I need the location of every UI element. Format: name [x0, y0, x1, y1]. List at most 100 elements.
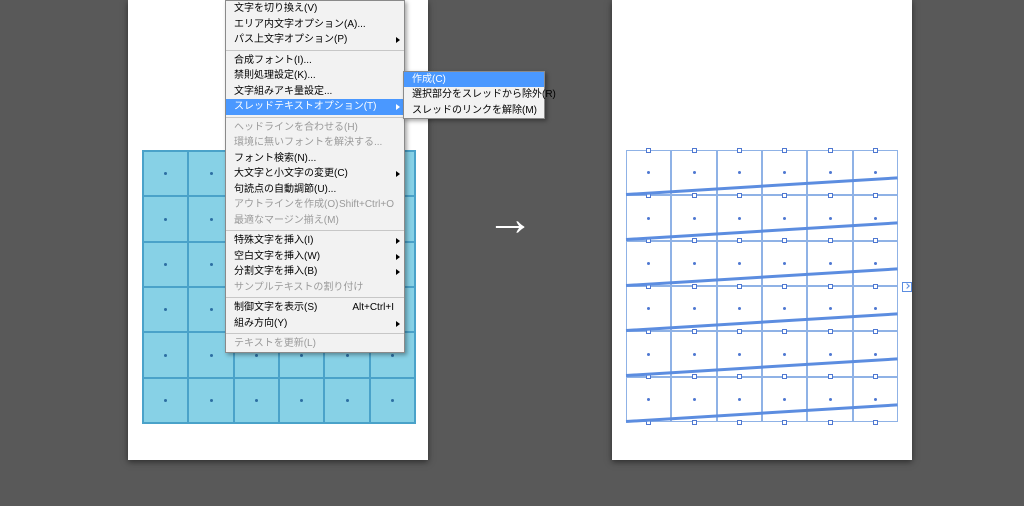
port-handle[interactable] — [782, 284, 787, 289]
chevron-right-icon — [396, 171, 400, 177]
anchor-point-icon — [210, 308, 213, 311]
anchor-point-icon — [255, 399, 258, 402]
menu-item[interactable]: 分割文字を挿入(B) — [226, 264, 404, 280]
anchor-point-icon — [300, 399, 303, 402]
anchor-point-icon — [829, 171, 832, 174]
port-handle[interactable] — [782, 374, 787, 379]
menu-item[interactable]: パス上文字オプション(P) — [226, 32, 404, 48]
anchor-point-icon — [738, 353, 741, 356]
anchor-point-icon — [391, 354, 394, 357]
menu-item[interactable]: エリア内文字オプション(A)... — [226, 17, 404, 33]
port-handle[interactable] — [828, 193, 833, 198]
port-handle[interactable] — [692, 374, 697, 379]
menu-item[interactable]: 制御文字を表示(S)Alt+Ctrl+I — [226, 300, 404, 316]
port-handle[interactable] — [692, 148, 697, 153]
menu-item[interactable]: 文字を切り換え(V) — [226, 1, 404, 17]
anchor-point-icon — [164, 399, 167, 402]
type-context-menu[interactable]: 文字を切り換え(V)エリア内文字オプション(A)...パス上文字オプション(P)… — [225, 0, 405, 353]
menu-item: テキストを更新(L) — [226, 336, 404, 352]
port-handle[interactable] — [782, 193, 787, 198]
port-handle[interactable] — [828, 329, 833, 334]
port-handle[interactable] — [737, 284, 742, 289]
port-handle[interactable] — [873, 193, 878, 198]
port-handle[interactable] — [873, 284, 878, 289]
menu-separator — [226, 333, 404, 334]
anchor-point-icon — [693, 398, 696, 401]
anchor-point-icon — [738, 398, 741, 401]
anchor-point-icon — [346, 399, 349, 402]
out-port-icon[interactable] — [902, 282, 912, 292]
submenu-item[interactable]: 選択部分をスレッドから除外(R) — [404, 87, 544, 103]
anchor-point-icon — [210, 399, 213, 402]
anchor-point-icon — [300, 354, 303, 357]
port-handle[interactable] — [873, 420, 878, 425]
menu-item[interactable]: 特殊文字を挿入(I) — [226, 233, 404, 249]
anchor-point-icon — [829, 217, 832, 220]
anchor-point-icon — [210, 354, 213, 357]
anchor-point-icon — [829, 398, 832, 401]
port-handle[interactable] — [692, 193, 697, 198]
port-handle[interactable] — [782, 420, 787, 425]
thread-text-submenu[interactable]: 作成(C)選択部分をスレッドから除外(R)スレッドのリンクを解除(M) — [403, 71, 545, 120]
port-handle[interactable] — [737, 374, 742, 379]
port-handle[interactable] — [737, 193, 742, 198]
menu-item[interactable]: 組み方向(Y) — [226, 316, 404, 332]
submenu-item[interactable]: スレッドのリンクを解除(M) — [404, 103, 544, 119]
menu-item[interactable]: 句読点の自動調節(U)... — [226, 182, 404, 198]
port-handle[interactable] — [737, 420, 742, 425]
threaded-text-frames[interactable] — [626, 150, 898, 422]
chevron-right-icon — [396, 321, 400, 327]
port-handle[interactable] — [692, 284, 697, 289]
port-handle[interactable] — [873, 148, 878, 153]
menu-item[interactable]: 空白文字を挿入(W) — [226, 249, 404, 265]
port-handle[interactable] — [828, 284, 833, 289]
chevron-right-icon — [396, 269, 400, 275]
menu-item[interactable]: 大文字と小文字の変更(C) — [226, 166, 404, 182]
anchor-point-icon — [693, 262, 696, 265]
port-handle[interactable] — [828, 420, 833, 425]
artboard-right — [612, 0, 912, 460]
anchor-point-icon — [783, 262, 786, 265]
anchor-point-icon — [874, 262, 877, 265]
menu-item: アウトラインを作成(O)Shift+Ctrl+O — [226, 197, 404, 213]
port-handle[interactable] — [873, 238, 878, 243]
port-handle[interactable] — [873, 329, 878, 334]
menu-separator — [226, 230, 404, 231]
menu-item[interactable]: 禁則処理設定(K)... — [226, 68, 404, 84]
submenu-item[interactable]: 作成(C) — [404, 72, 544, 88]
port-handle[interactable] — [737, 148, 742, 153]
menu-item[interactable]: 文字組みアキ量設定... — [226, 84, 404, 100]
anchor-point-icon — [874, 398, 877, 401]
port-handle[interactable] — [873, 374, 878, 379]
port-handle[interactable] — [782, 148, 787, 153]
menu-item[interactable]: スレッドテキストオプション(T) — [226, 99, 404, 115]
port-handle[interactable] — [782, 329, 787, 334]
anchor-point-icon — [738, 262, 741, 265]
port-handle[interactable] — [692, 329, 697, 334]
anchor-point-icon — [210, 263, 213, 266]
menu-item[interactable]: フォント検索(N)... — [226, 151, 404, 167]
menu-item: 環境に無いフォントを解決する... — [226, 135, 404, 151]
anchor-point-icon — [647, 262, 650, 265]
port-handle[interactable] — [737, 238, 742, 243]
port-handle[interactable] — [737, 329, 742, 334]
menu-item[interactable]: 合成フォント(I)... — [226, 53, 404, 69]
port-handle[interactable] — [692, 420, 697, 425]
anchor-point-icon — [738, 307, 741, 310]
port-handle[interactable] — [646, 148, 651, 153]
anchor-point-icon — [874, 307, 877, 310]
menu-separator — [226, 117, 404, 118]
port-handle[interactable] — [782, 238, 787, 243]
port-handle[interactable] — [828, 238, 833, 243]
port-handle[interactable] — [828, 148, 833, 153]
chevron-right-icon — [396, 254, 400, 260]
port-handle[interactable] — [692, 238, 697, 243]
chevron-right-icon — [396, 238, 400, 244]
anchor-point-icon — [693, 171, 696, 174]
port-handle[interactable] — [828, 374, 833, 379]
menu-item: サンプルテキストの割り付け — [226, 280, 404, 296]
menu-item: 最適なマージン揃え(M) — [226, 213, 404, 229]
anchor-point-icon — [391, 399, 394, 402]
anchor-point-icon — [255, 354, 258, 357]
anchor-point-icon — [346, 354, 349, 357]
